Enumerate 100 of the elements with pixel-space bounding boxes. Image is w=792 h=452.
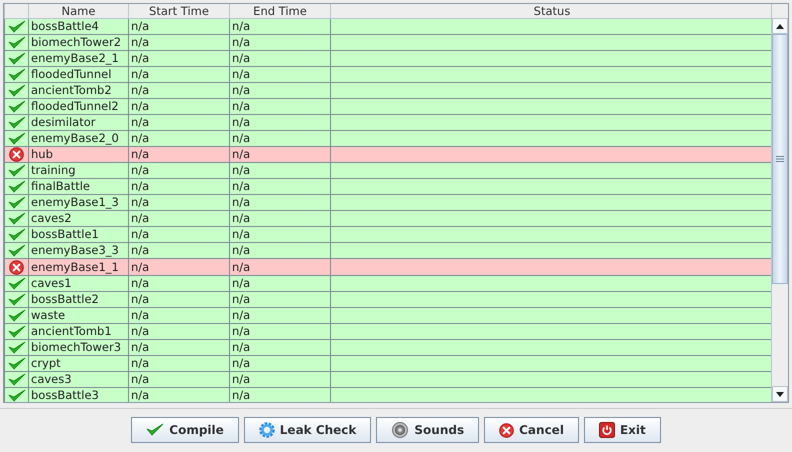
table-cell: biomechTower2	[28, 34, 128, 50]
table-cell: enemyBase2_1	[28, 50, 128, 66]
table-cell: n/a	[230, 34, 330, 50]
scroll-thumb[interactable]	[772, 34, 788, 284]
check-icon	[8, 20, 26, 34]
check-icon	[8, 100, 26, 114]
table-cell: bossBattle1	[28, 226, 128, 243]
table-cell: crypt	[28, 355, 128, 372]
table-cell: n/a	[230, 307, 330, 324]
table-cell: n/a	[230, 323, 330, 340]
table-cell: enemyBase2_0	[28, 130, 128, 146]
table-cell: n/a	[128, 387, 230, 402]
table-cell: n/a	[128, 194, 230, 211]
table-cell: n/a	[230, 82, 330, 98]
table-cell: n/a	[230, 339, 330, 356]
table-cell: floodedTunnel	[28, 66, 128, 82]
table-cell: n/a	[128, 371, 230, 388]
table-cell: n/a	[128, 114, 230, 130]
table-cell: n/a	[128, 323, 230, 340]
table-cell: n/a	[128, 66, 230, 82]
table-cell: n/a	[230, 98, 330, 114]
speaker-icon	[391, 422, 410, 438]
table-cell: enemyBase1_3	[28, 194, 128, 211]
compile-button[interactable]: Compile	[131, 417, 239, 443]
sounds-button[interactable]: Sounds	[376, 417, 480, 443]
table-cell: n/a	[128, 226, 230, 243]
cancel-button[interactable]: Cancel	[484, 417, 579, 443]
table-cell: bossBattle4	[28, 18, 128, 34]
table-cell: n/a	[230, 226, 330, 243]
table-cell: n/a	[128, 355, 230, 372]
leak-button[interactable]: Leak Check	[244, 417, 372, 443]
table-cell: n/a	[230, 210, 330, 227]
check-icon	[8, 356, 26, 370]
check-icon	[8, 84, 26, 98]
table-cell: n/a	[230, 114, 330, 130]
table-cell: n/a	[128, 275, 230, 292]
scroll-down-button[interactable]	[772, 386, 788, 402]
table-cell: n/a	[128, 307, 230, 324]
check-icon	[8, 180, 26, 194]
column-header[interactable]: Start Time	[128, 4, 230, 18]
check-icon	[8, 116, 26, 130]
table-cell: n/a	[128, 339, 230, 356]
check-icon	[146, 423, 164, 437]
table-cell: n/a	[230, 162, 330, 179]
cancel-icon	[499, 422, 514, 438]
column-header[interactable]: Name	[28, 4, 128, 18]
column-header[interactable]: Status	[330, 4, 771, 18]
error-icon	[9, 148, 24, 162]
check-icon	[8, 68, 26, 82]
table-cell: n/a	[230, 291, 330, 308]
scrollbar[interactable]	[771, 4, 788, 402]
table-cell: ancientTomb1	[28, 323, 128, 340]
table-cell: training	[28, 162, 128, 179]
power-icon	[598, 422, 615, 438]
table-cell: n/a	[230, 355, 330, 372]
table-cell: n/a	[128, 18, 230, 34]
check-icon	[8, 244, 26, 258]
table-cell: caves3	[28, 371, 128, 388]
table-cell: enemyBase1_1	[28, 258, 128, 276]
table-cell: ancientTomb2	[28, 82, 128, 98]
check-icon	[8, 164, 26, 178]
down-arrow-icon	[776, 392, 784, 396]
table-cell: n/a	[230, 387, 330, 402]
check-icon	[8, 196, 26, 210]
check-icon	[8, 276, 26, 290]
table-cell: waste	[28, 307, 128, 324]
check-icon	[8, 324, 26, 338]
exit-button[interactable]: Exit	[584, 417, 661, 443]
table-cell: n/a	[128, 50, 230, 66]
check-icon	[8, 52, 26, 66]
grip-icon	[776, 156, 784, 162]
table-cell: n/a	[128, 162, 230, 179]
table-cell: n/a	[128, 210, 230, 227]
check-icon	[8, 212, 26, 226]
table-cell: desimilator	[28, 114, 128, 130]
table-cell: n/a	[230, 194, 330, 211]
table-cell: n/a	[230, 371, 330, 388]
table-cell: n/a	[128, 242, 230, 259]
check-icon	[8, 292, 26, 306]
column-header[interactable]: End Time	[230, 4, 330, 18]
table-cell: enemyBase3_3	[28, 242, 128, 259]
check-icon	[8, 36, 26, 50]
table-cell: n/a	[128, 34, 230, 50]
table-cell: n/a	[128, 98, 230, 114]
table-cell: n/a	[230, 130, 330, 146]
table-cell: caves2	[28, 210, 128, 227]
check-icon	[8, 372, 26, 386]
table-cell: n/a	[128, 258, 230, 276]
check-icon	[8, 388, 26, 402]
table-cell: n/a	[230, 178, 330, 195]
table-cell: n/a	[230, 275, 330, 292]
gear-icon	[258, 422, 275, 438]
scroll-up-button[interactable]	[772, 18, 788, 34]
table-cell: n/a	[230, 146, 330, 163]
table-cell: bossBattle2	[28, 291, 128, 308]
check-icon	[8, 308, 26, 322]
table-cell: n/a	[128, 82, 230, 98]
table-cell: n/a	[128, 146, 230, 163]
table-cell: caves1	[28, 275, 128, 292]
table-cell: n/a	[230, 50, 330, 66]
